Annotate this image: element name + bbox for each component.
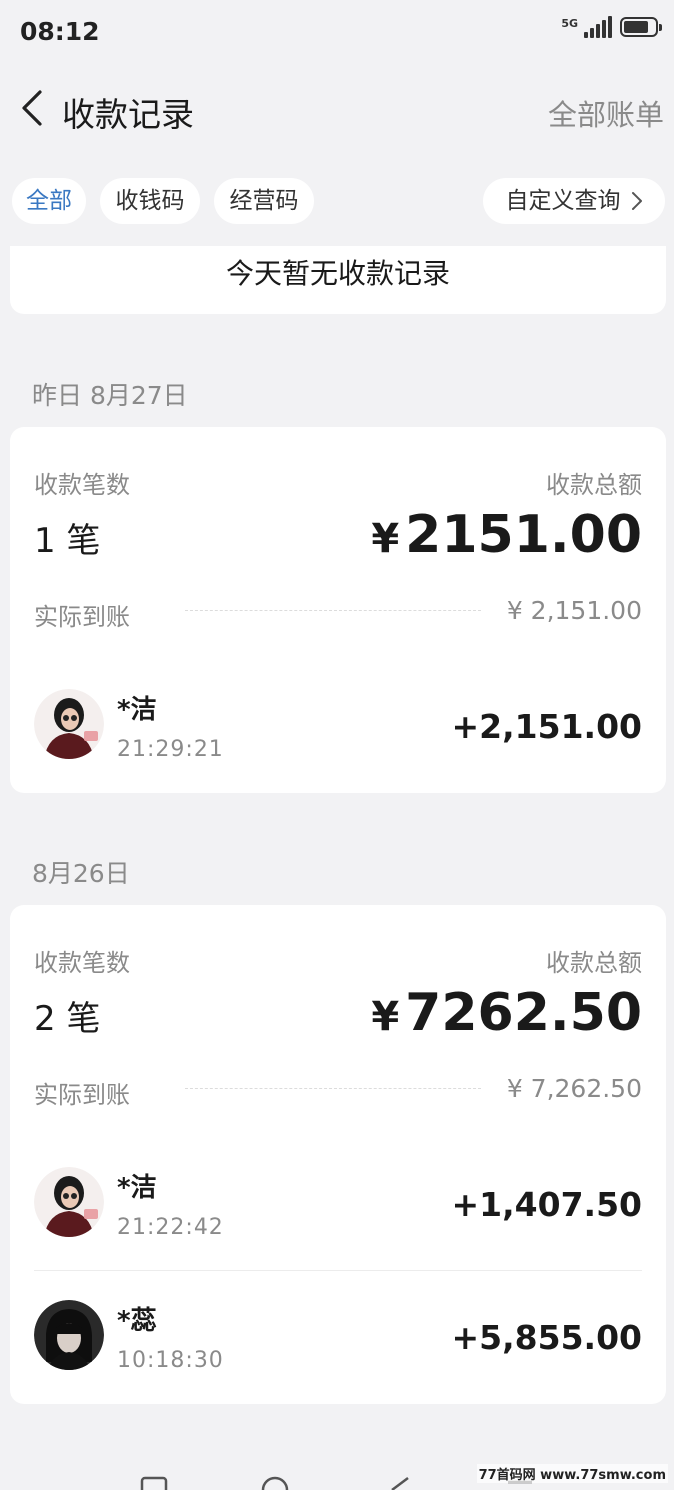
payer-name: *蕊 — [117, 1306, 157, 1336]
date-label: 8月26日 — [32, 859, 130, 888]
total-value: 7262.50 — [405, 983, 642, 1043]
total-label: 收款总额 — [546, 471, 642, 499]
custom-query-label: 自定义查询 — [505, 188, 621, 214]
currency-symbol: ¥ — [371, 516, 400, 562]
filter-chip-business-code[interactable]: 经营码 — [214, 178, 314, 224]
actual-received-value: ¥ 7,262.50 — [506, 1074, 642, 1103]
payment-amount: +1,407.50 — [451, 1185, 643, 1224]
signal-icon — [584, 16, 612, 38]
network-type: 5G — [561, 17, 578, 30]
status-icons: 5G — [561, 16, 662, 38]
total-amount: ¥ 2151.00 — [371, 505, 642, 565]
total-value: 2151.00 — [405, 505, 642, 565]
filter-chip-payment-code[interactable]: 收钱码 — [100, 178, 200, 224]
actual-received-label: 实际到账 — [34, 603, 130, 631]
actual-received-label: 实际到账 — [34, 1081, 130, 1109]
count-label: 收款笔数 — [34, 471, 130, 499]
day-summary-card: 收款笔数 收款总额 1 笔 ¥ 2151.00 实际到账 ¥ 2,151.00 … — [10, 427, 666, 793]
payment-time: 21:22:42 — [117, 1215, 224, 1240]
all-bills-link[interactable]: 全部账单 — [548, 92, 664, 134]
back-button[interactable] — [14, 88, 54, 128]
actual-received-value: ¥ 2,151.00 — [506, 596, 642, 625]
payment-count: 1 笔 — [34, 521, 101, 561]
battery-icon — [620, 17, 662, 37]
payment-amount: +5,855.00 — [451, 1318, 643, 1357]
payer-name: *洁 — [117, 695, 157, 725]
custom-query-button[interactable]: 自定义查询 — [483, 178, 665, 224]
row-divider — [34, 1270, 642, 1271]
payment-time: 21:29:21 — [117, 737, 224, 762]
payment-amount: +2,151.00 — [451, 707, 643, 746]
chevron-right-icon — [631, 192, 642, 210]
today-empty-card: 今天暂无收款记录 — [10, 246, 666, 314]
total-amount: ¥ 7262.50 — [371, 983, 642, 1043]
payment-count: 2 笔 — [34, 999, 101, 1039]
avatar — [34, 689, 104, 759]
avatar — [34, 1300, 104, 1370]
dashed-divider — [185, 1088, 481, 1089]
count-label: 收款笔数 — [34, 949, 130, 977]
dashed-divider — [185, 610, 481, 611]
date-label: 昨日 8月27日 — [32, 381, 188, 410]
currency-symbol: ¥ — [371, 994, 400, 1040]
payer-name: *洁 — [117, 1173, 157, 1203]
today-empty-text: 今天暂无收款记录 — [225, 257, 450, 290]
payment-time: 10:18:30 — [117, 1348, 224, 1373]
watermark: 77首码网 www.77smw.com — [476, 1464, 668, 1483]
status-time: 08:12 — [20, 17, 100, 46]
page-title: 收款记录 — [62, 95, 194, 134]
day-summary-card: 收款笔数 收款总额 2 笔 ¥ 7262.50 实际到账 ¥ 7,262.50 … — [10, 905, 666, 1404]
avatar — [34, 1167, 104, 1237]
total-label: 收款总额 — [546, 949, 642, 977]
chevron-left-icon — [22, 90, 42, 126]
filter-chip-all[interactable]: 全部 — [12, 178, 86, 224]
